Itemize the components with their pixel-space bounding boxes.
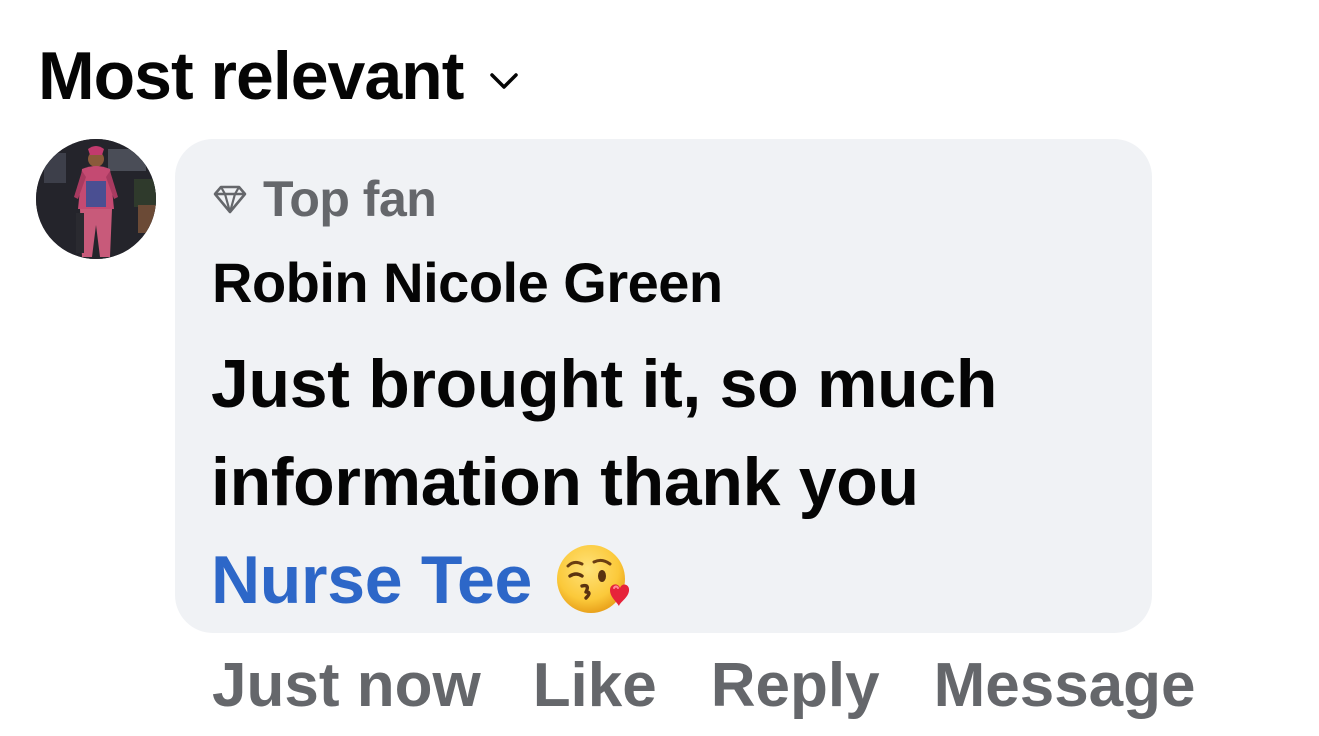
avatar[interactable]: [36, 139, 156, 259]
sort-dropdown[interactable]: Most relevant: [38, 36, 519, 116]
message-button[interactable]: Message: [934, 650, 1196, 722]
mention-link[interactable]: Nurse Tee: [211, 542, 532, 618]
chevron-down-icon: [489, 71, 519, 91]
comment-text: Just brought it, so much information tha…: [211, 335, 1131, 629]
like-button[interactable]: Like: [533, 650, 657, 722]
comment-author[interactable]: Robin Nicole Green: [212, 249, 723, 317]
comment-bubble: Top fan Robin Nicole Green Just brought …: [175, 139, 1152, 633]
comment-body: Just brought it, so much information tha…: [211, 346, 998, 520]
comments-section: Most relevant Top fan Robin Nicole Green…: [0, 0, 1319, 736]
diamond-icon: [213, 184, 247, 214]
face-blowing-a-kiss-emoji-icon: [554, 540, 632, 618]
comment-actions: Just now Like Reply Message: [212, 650, 1196, 722]
reply-button[interactable]: Reply: [711, 650, 880, 722]
profile-photo-icon: [36, 139, 156, 259]
sort-label: Most relevant: [38, 38, 464, 114]
comment-timestamp: Just now: [212, 651, 481, 720]
top-fan-badge[interactable]: Top fan: [213, 169, 437, 229]
badge-label: Top fan: [263, 171, 437, 227]
